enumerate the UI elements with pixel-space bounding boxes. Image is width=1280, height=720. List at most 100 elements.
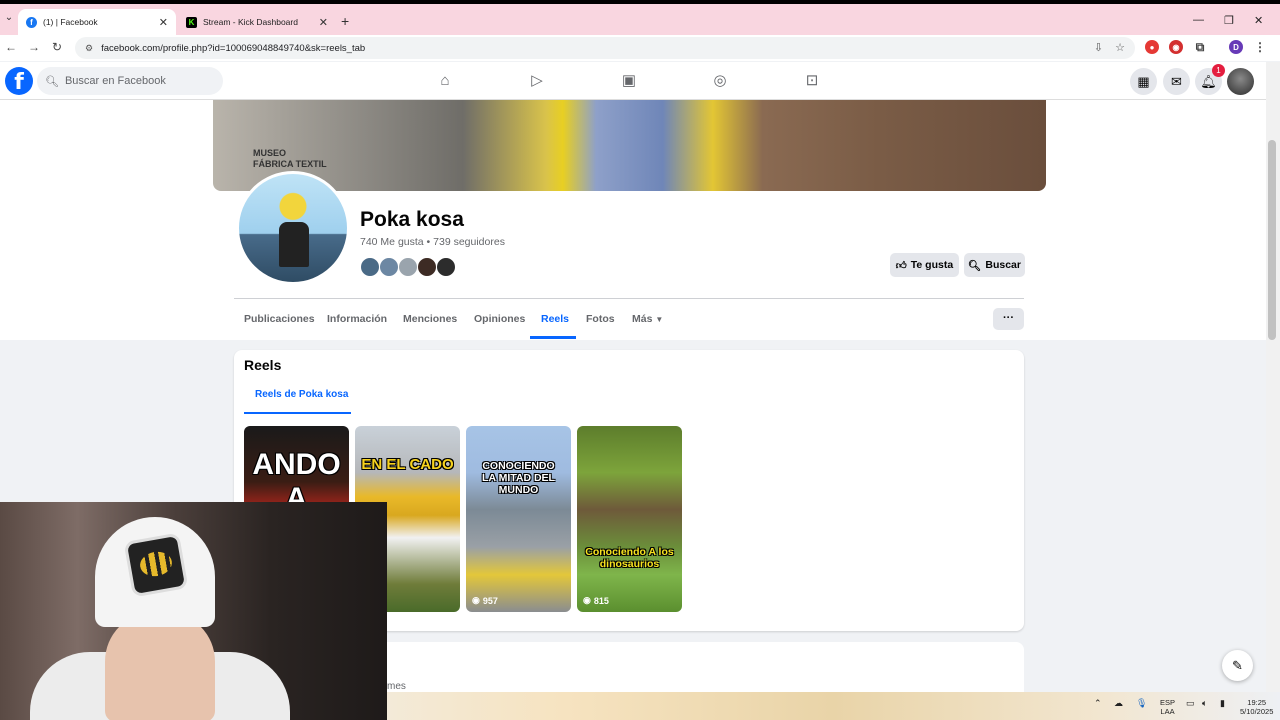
tab-opiniones[interactable]: Opiniones [474, 313, 525, 325]
chrome-profile-avatar[interactable]: D [1229, 40, 1243, 54]
follower-avatar[interactable] [360, 257, 380, 277]
facebook-header: f 🔍︎ Buscar en Facebook ⌂ ▷ ▣ ◎ ⊡ ▦ ✉ 🔔︎ [0, 62, 1266, 100]
extensions-puzzle-icon[interactable]: ⧉ [1193, 40, 1207, 54]
install-app-icon[interactable]: ⇩ [1094, 41, 1103, 54]
chrome-menu-icon[interactable]: ⋮ [1253, 40, 1267, 54]
tray-chevron-icon[interactable]: ⌃ [1094, 698, 1102, 709]
webcam-person-face [105, 612, 215, 720]
reel-views: ◉ 957 [472, 595, 498, 606]
thumbs-up-icon: 👍︎ [895, 259, 907, 272]
follower-avatar[interactable] [398, 257, 418, 277]
profile-divider [234, 298, 1024, 299]
menu-grid-icon[interactable]: ▦ [1130, 68, 1157, 95]
clock-time: 19:25 [1247, 698, 1267, 707]
tray-display-icon[interactable]: ▭ [1186, 698, 1195, 709]
tray-mic-icon[interactable]: 🎙︎ [1136, 698, 1147, 709]
facebook-logo-icon[interactable]: f [5, 67, 33, 95]
site-info-icon[interactable]: ⚙ [85, 43, 93, 54]
address-bar[interactable]: ⚙ facebook.com/profile.php?id=1000690488… [75, 37, 1135, 59]
cover-sign-text: MUSEO FÁBRICA TEXTIL [253, 148, 327, 169]
follower-avatar[interactable] [379, 257, 399, 277]
tray-cloud-icon[interactable]: ☁ [1114, 698, 1123, 709]
reel-thumbnail[interactable]: CONOCIENDO LA MITAD DEL MUNDO ◉ 957 [466, 426, 571, 612]
home-icon[interactable]: ⌂ [436, 72, 454, 90]
kick-favicon-icon: K [186, 16, 197, 28]
tab-mas[interactable]: Más ▼ [632, 313, 663, 325]
profile-name: Poka kosa [360, 208, 464, 231]
reload-icon[interactable]: ↻ [52, 40, 62, 54]
reels-subtab-indicator [244, 412, 351, 414]
new-message-compose-icon[interactable]: ✎ [1222, 650, 1253, 681]
input-language[interactable]: ESP LAA [1160, 698, 1175, 716]
tab-label: (1) | Facebook [43, 17, 98, 27]
reel-views: ◉ 815 [583, 595, 609, 606]
browser-tab-bar: ⌄ f (1) | Facebook ✕ K Stream - Kick Das… [0, 0, 1280, 35]
tab-publicaciones[interactable]: Publicaciones [244, 313, 315, 325]
video-icon[interactable]: ▷ [528, 72, 546, 90]
messenger-icon[interactable]: ✉ [1163, 68, 1190, 95]
follower-avatar[interactable] [417, 257, 437, 277]
active-tab-indicator [530, 336, 576, 339]
marketplace-icon[interactable]: ▣ [620, 72, 638, 90]
tab-kick-dashboard[interactable]: K Stream - Kick Dashboard ✕ [178, 9, 336, 35]
extension-red-icon[interactable]: ● [1145, 40, 1159, 54]
scrollbar-thumb[interactable] [1268, 140, 1276, 340]
avatar-figure [279, 222, 309, 267]
profile-picture[interactable] [236, 171, 350, 285]
reel-overlay-text: CONOCIENDO LA MITAD DEL MUNDO [482, 460, 555, 496]
facebook-search-input[interactable]: 🔍︎ Buscar en Facebook [37, 67, 223, 95]
reel-overlay-text: Conociendo A los dinosaurios [585, 546, 674, 570]
webcam-overlay [0, 502, 387, 720]
notification-badge: 1 [1212, 64, 1225, 77]
tab-search-chevron-icon[interactable]: ⌄ [2, 12, 16, 26]
search-icon: 🔍︎ [45, 75, 59, 88]
reel-overlay-text: EN EL CADO [361, 456, 454, 473]
reel-view-count: 957 [482, 595, 498, 606]
search-button-label: Buscar [985, 259, 1021, 271]
caret-down-icon: ▼ [655, 315, 664, 324]
cover-photo[interactable]: MUSEO FÁBRICA TEXTIL [213, 100, 1046, 191]
reels-title: Reels [244, 357, 282, 373]
search-profile-button[interactable]: 🔍︎ Buscar [964, 253, 1025, 277]
tab-close-icon[interactable]: ✕ [319, 16, 328, 29]
extension-record-icon[interactable]: ◉ [1169, 40, 1183, 54]
tab-close-icon[interactable]: ✕ [159, 16, 168, 29]
tab-informacion[interactable]: Información [327, 313, 387, 325]
restore-icon[interactable]: ❐ [1224, 14, 1234, 27]
tab-facebook[interactable]: f (1) | Facebook ✕ [18, 9, 176, 35]
tab-reels[interactable]: Reels [541, 313, 569, 325]
like-page-button[interactable]: 👍︎ Te gusta [890, 253, 959, 277]
tray-battery-icon[interactable]: ▮ [1220, 698, 1225, 709]
like-button-label: Te gusta [910, 259, 954, 271]
forward-icon[interactable]: → [28, 40, 40, 54]
eye-icon: ◉ [583, 595, 591, 605]
reels-subtab[interactable]: Reels de Poka kosa [255, 389, 348, 400]
tab-menciones[interactable]: Menciones [403, 313, 457, 325]
back-icon[interactable]: ← [5, 40, 17, 54]
lang-top: ESP [1160, 698, 1176, 707]
reel-thumbnail[interactable]: Conociendo A los dinosaurios ◉ 815 [577, 426, 682, 612]
follower-avatar[interactable] [436, 257, 456, 277]
tab-mas-label: Más [632, 313, 653, 325]
tray-volume-icon[interactable]: 🔈︎ [1202, 698, 1207, 709]
groups-icon[interactable]: ◎ [711, 72, 729, 90]
next-section-text: mes [387, 681, 406, 692]
profile-stats[interactable]: 740 Me gusta • 739 seguidores [360, 236, 505, 248]
eye-icon: ◉ [472, 595, 480, 605]
facebook-favicon-icon: f [26, 16, 37, 28]
clock-date: 5/10/2025 [1240, 707, 1274, 716]
new-tab-icon[interactable]: + [341, 13, 349, 29]
taskbar-clock[interactable]: 19:25 5/10/2025 [1240, 698, 1273, 716]
search-icon: 🔍︎ [968, 259, 982, 272]
lang-bottom: LAA [1160, 707, 1175, 716]
minimize-icon[interactable]: — [1193, 14, 1204, 26]
window-close-icon[interactable]: ✕ [1254, 14, 1263, 27]
gaming-icon[interactable]: ⊡ [803, 72, 821, 90]
address-url[interactable]: facebook.com/profile.php?id=100069048849… [101, 43, 365, 54]
browser-toolbar: ← → ↻ ⚙ facebook.com/profile.php?id=1000… [0, 35, 1280, 61]
tab-label: Stream - Kick Dashboard [203, 17, 298, 27]
tab-fotos[interactable]: Fotos [586, 313, 615, 325]
bookmark-star-icon[interactable]: ☆ [1115, 41, 1125, 54]
account-avatar[interactable] [1227, 68, 1254, 95]
more-options-button[interactable]: ··· [993, 308, 1024, 330]
